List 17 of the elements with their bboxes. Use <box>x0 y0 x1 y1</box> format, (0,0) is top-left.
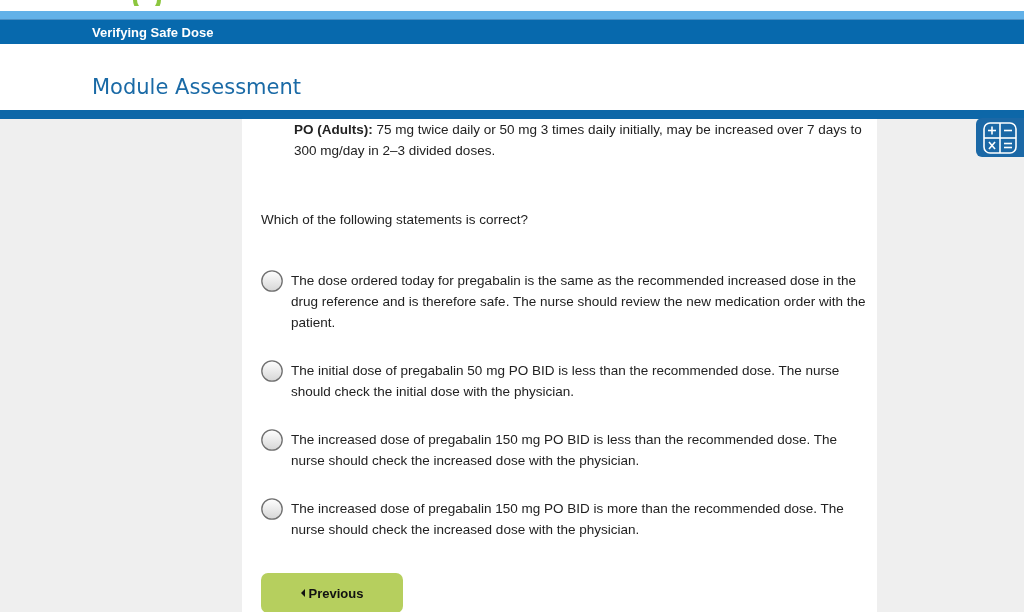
calculator-icon <box>983 121 1017 154</box>
option-text: The initial dose of pregabalin 50 mg PO BID is less than the recommended dose. The nurse should check the initial dose with the physician. <box>291 362 841 401</box>
course-title: Verifying Safe Dose <box>92 24 214 40</box>
previous-button[interactable]: Previous <box>261 573 403 612</box>
calculator-button[interactable] <box>976 118 1024 157</box>
radio-button[interactable] <box>261 360 283 382</box>
radio-button[interactable] <box>261 429 283 451</box>
dosage-reference: PO (Adults): 75 mg twice daily or 50 mg 3 times daily initially, may be increased over 7 days to 300 mg/day in 2–3 divided doses. <box>294 121 863 160</box>
caret-left-icon <box>300 589 305 597</box>
radio-button[interactable] <box>261 498 283 520</box>
radio-button[interactable] <box>261 270 283 292</box>
logo-icon <box>133 0 161 6</box>
option-text: The dose ordered today for pregabalin is the same as the recommended increased dose in the drug reference and is therefore safe. The nurse should review the new medication order with the patient. <box>291 272 867 332</box>
page-title: Module Assessment <box>92 75 301 99</box>
option-text: The increased dose of pregabalin 150 mg PO BID is less than the recommended dose. The nurse should check the increased dose with the physician. <box>291 431 839 470</box>
question-text: Which of the following statements is correct? <box>261 211 530 229</box>
option-text: The increased dose of pregabalin 150 mg PO BID is more than the recommended dose. The nurse should check the increased dose with the physician. <box>291 500 845 539</box>
